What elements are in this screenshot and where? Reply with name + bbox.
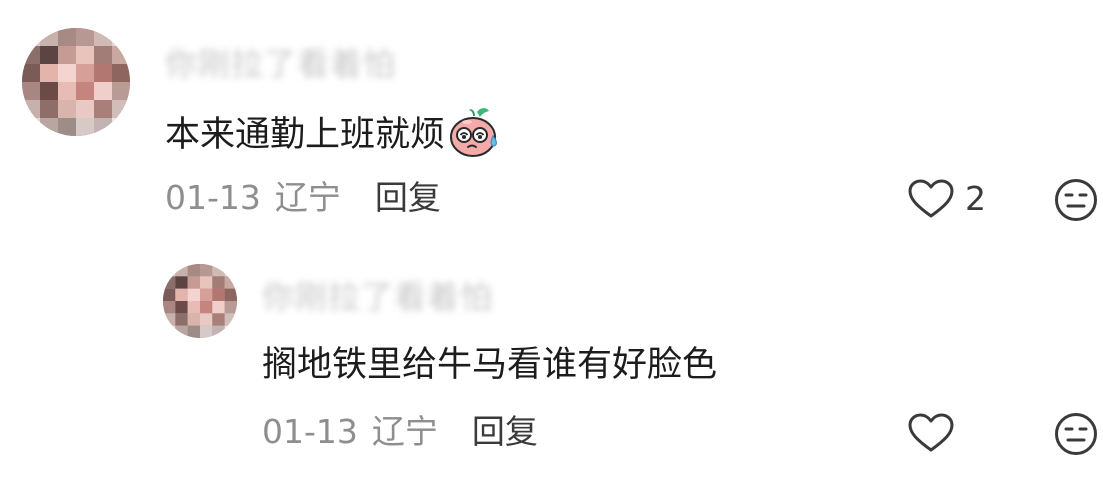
username[interactable]: 你刚拉了看着怕 (165, 42, 465, 83)
like-count: 2 (965, 179, 986, 218)
reply-region: 辽宁 (371, 412, 438, 451)
comment-meta: 01-13 辽宁 回复 (165, 178, 441, 218)
dislike-button[interactable] (1054, 178, 1098, 226)
like-button[interactable] (907, 412, 955, 454)
reply-meta: 01-13 辽宁 回复 (262, 412, 538, 452)
reply-button[interactable]: 回复 (375, 178, 441, 218)
comment-text: 本来通勤上班就烦 (165, 108, 503, 164)
comment-item: 你刚拉了看着怕 本来通勤上班就烦 01-13 辽宁 回复 2 (0, 0, 1103, 230)
comment-region: 辽宁 (274, 178, 341, 217)
pixelated-avatar-image (163, 264, 237, 338)
avatar[interactable] (22, 28, 130, 136)
comment-date: 01-13 (165, 178, 261, 217)
reply-date: 01-13 (262, 412, 358, 451)
username[interactable]: 你刚拉了看着怕 (262, 275, 562, 316)
meh-face-icon (1055, 179, 1097, 221)
reply-text: 搁地铁里给牛马看谁有好脸色 (262, 345, 718, 385)
reply-button[interactable]: 回复 (472, 412, 538, 452)
meh-face-icon (1055, 413, 1097, 455)
avatar[interactable] (163, 264, 237, 338)
sweating-peach-face-icon (447, 104, 503, 160)
pixelated-avatar-image (22, 28, 130, 136)
like-button[interactable]: 2 (907, 178, 986, 220)
comment-text-content: 本来通勤上班就烦 (165, 115, 446, 155)
heart-outline-icon (908, 413, 954, 452)
heart-outline-icon (908, 179, 954, 218)
username-text: 你刚拉了看着怕 (165, 45, 397, 83)
username-text: 你刚拉了看着怕 (262, 278, 494, 316)
dislike-button[interactable] (1054, 412, 1098, 460)
